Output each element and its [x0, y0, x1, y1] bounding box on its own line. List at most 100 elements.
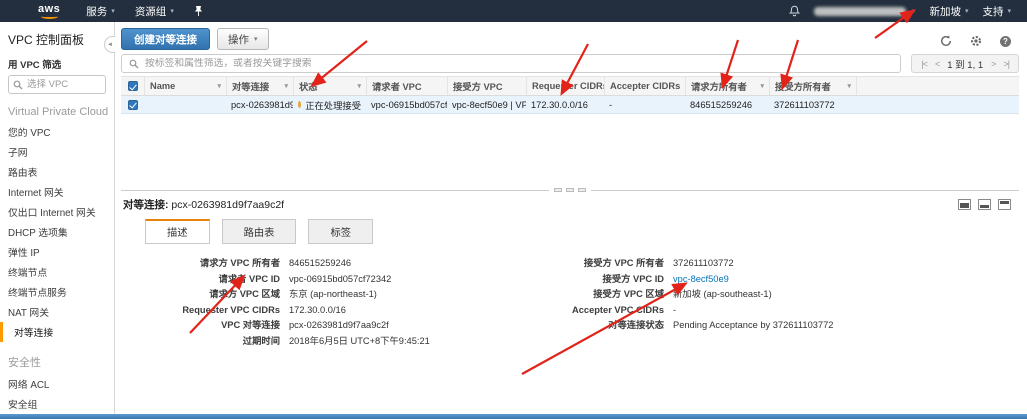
- vpc-filter-search[interactable]: [8, 75, 106, 94]
- gear-icon[interactable]: [970, 35, 982, 47]
- expiration-time-value: 2018年6月5日 UTC+8下午9:45:21: [289, 335, 430, 348]
- accepter-vpc-id-link[interactable]: vpc-8ecf50e9: [673, 273, 729, 286]
- last-page-button[interactable]: >|: [1003, 59, 1009, 69]
- chevron-down-icon: ▾: [254, 36, 258, 43]
- field-label: 接受方 VPC ID: [507, 273, 673, 286]
- chevron-down-icon: ▾: [912, 8, 916, 15]
- sidebar-item-subnets[interactable]: 子网: [8, 142, 114, 162]
- column-header-accepter-owner[interactable]: 接受方所有者▾: [769, 77, 856, 95]
- column-header-name[interactable]: Name▾: [144, 77, 226, 95]
- support-menu[interactable]: 支持 ▾: [982, 4, 1011, 19]
- pane-layout-bottom-small-icon[interactable]: [978, 199, 991, 210]
- accepter-vpc-cidrs-value: -: [673, 304, 676, 317]
- sidebar-item-network-acls[interactable]: 网络 ACL: [8, 374, 114, 394]
- pin-shortcut-icon[interactable]: [194, 5, 203, 17]
- table-header: Name▾ 对等连接▾ 状态▾ 请求者 VPC 接受方 VPC Requeste…: [121, 76, 1019, 96]
- sidebar-item-elastic-ips[interactable]: 弹性 IP: [8, 242, 114, 262]
- field-label: 请求方 VPC 所有者: [123, 257, 289, 270]
- field-label: 请求者 VPC ID: [123, 273, 289, 286]
- requester-vpc-region-value: 东京 (ap-northeast-1): [289, 288, 377, 301]
- pane-layout-bottom-large-icon[interactable]: [958, 199, 971, 210]
- requester-vpc-owner-value: 846515259246: [289, 257, 351, 270]
- next-page-button[interactable]: >: [991, 59, 995, 69]
- sidebar-section-vpc: Virtual Private Cloud: [8, 106, 114, 118]
- aws-logo[interactable]: aws: [38, 4, 60, 19]
- field-label: 对等连接状态: [507, 319, 673, 332]
- sidebar-title: VPC 控制面板: [8, 31, 114, 48]
- sidebar-item-endpoint-services[interactable]: 终端节点服务: [8, 282, 114, 302]
- nav-resource-groups[interactable]: 资源组 ▾: [135, 4, 174, 19]
- column-header-status[interactable]: 状态▾: [293, 77, 366, 95]
- description-fields: 请求方 VPC 所有者846515259246 请求者 VPC IDvpc-06…: [123, 257, 1017, 350]
- column-header-filler: [856, 77, 1019, 95]
- nav-services[interactable]: 服务 ▾: [86, 4, 115, 19]
- tab-tags[interactable]: 标签: [308, 219, 373, 244]
- column-header-accepter-vpc[interactable]: 接受方 VPC: [447, 77, 526, 95]
- aws-smile-icon: [41, 14, 58, 19]
- search-icon: [129, 59, 139, 69]
- cell-accepter-owner: 372611103772: [769, 100, 856, 110]
- sort-caret-icon: ▾: [214, 82, 221, 90]
- chevron-down-icon: ▾: [111, 8, 115, 15]
- select-all-checkbox[interactable]: [128, 81, 138, 91]
- notifications-bell[interactable]: [789, 5, 800, 17]
- sort-caret-icon: ▾: [281, 82, 288, 90]
- chevron-down-icon: ▾: [1007, 8, 1011, 15]
- sidebar-item-your-vpcs[interactable]: 您的 VPC: [8, 122, 114, 142]
- corner-icons: ?: [940, 35, 1011, 47]
- sidebar-item-route-tables[interactable]: 路由表: [8, 162, 114, 182]
- sidebar-item-security-groups[interactable]: 安全组: [8, 394, 114, 414]
- details-tabs: 描述 路由表 标签: [145, 219, 1017, 244]
- field-label: 过期时间: [123, 335, 289, 348]
- filter-box[interactable]: [121, 54, 901, 73]
- sidebar-collapse-toggle[interactable]: ◄: [104, 36, 115, 53]
- sidebar-item-endpoints[interactable]: 终端节点: [8, 262, 114, 282]
- chevron-down-icon: ▾: [965, 8, 969, 15]
- first-page-button[interactable]: |<: [921, 59, 927, 69]
- pane-layout-top-small-icon[interactable]: [998, 199, 1011, 210]
- actions-button[interactable]: 操作 ▾: [217, 28, 269, 50]
- column-header-requester-cidrs[interactable]: Requester CIDRs: [526, 77, 604, 95]
- requester-vpc-cidrs-value: 172.30.0.0/16: [289, 304, 346, 317]
- account-menu[interactable]: ▾: [814, 7, 916, 16]
- cell-requester-cidrs: 172.30.0.0/16: [526, 100, 604, 110]
- sidebar-item-internet-gateways[interactable]: Internet 网关: [8, 182, 114, 202]
- sidebar-item-nat-gateways[interactable]: NAT 网关: [8, 302, 114, 322]
- top-navbar: aws 服务 ▾ 资源组 ▾ ▾ 新加坡 ▾ 支持 ▾: [0, 0, 1027, 22]
- pagination: |< < 1 到 1, 1 > >|: [911, 54, 1019, 73]
- details-title: 对等连接: pcx-0263981d9f7aa9c2f: [123, 197, 284, 212]
- vpc-search-input[interactable]: [27, 79, 97, 90]
- chevron-down-icon: ▾: [170, 8, 174, 15]
- column-header-peering-connection[interactable]: 对等连接▾: [226, 77, 293, 95]
- sidebar-item-dhcp-option-sets[interactable]: DHCP 选项集: [8, 222, 114, 242]
- sidebar-item-peering-connections[interactable]: 对等连接: [0, 322, 114, 342]
- sidebar-item-egress-only-internet-gateways[interactable]: 仅出口 Internet 网关: [8, 202, 114, 222]
- row-checkbox[interactable]: [128, 100, 138, 110]
- tab-description[interactable]: 描述: [145, 219, 210, 244]
- cell-accepter-cidrs: -: [604, 100, 685, 110]
- collapse-left-icon: ◄: [107, 42, 113, 48]
- table-row[interactable]: pcx-0263981d9f7a... 正在处理接受 vpc-06915bd05…: [121, 96, 1019, 114]
- sort-caret-icon: ▾: [844, 82, 851, 90]
- refresh-icon[interactable]: [940, 35, 952, 47]
- filter-row: |< < 1 到 1, 1 > >|: [121, 54, 1019, 73]
- help-icon[interactable]: ?: [1000, 36, 1011, 47]
- tag-filter-input[interactable]: [145, 58, 893, 69]
- toolbar: 创建对等连接 操作 ▾: [121, 28, 1019, 50]
- requester-vpc-id-value: vpc-06915bd057cf72342: [289, 273, 391, 286]
- column-header-requester-owner[interactable]: 请求方所有者▾: [685, 77, 769, 95]
- footer-bar: [0, 414, 1027, 419]
- cell-accepter-vpc: vpc-8ecf50e9 | VP...: [447, 100, 526, 110]
- field-label: Accepter VPC CIDRs: [507, 304, 673, 317]
- tab-route-tables[interactable]: 路由表: [222, 219, 297, 244]
- sort-caret-icon: ▾: [354, 82, 361, 90]
- accepter-vpc-region-value: 新加坡 (ap-southeast-1): [673, 288, 772, 301]
- column-header-requester-vpc[interactable]: 请求者 VPC: [366, 77, 447, 95]
- column-header-accepter-cidrs[interactable]: Accepter CIDRs: [604, 77, 685, 95]
- create-peering-connection-button[interactable]: 创建对等连接: [121, 28, 210, 50]
- region-selector[interactable]: 新加坡 ▾: [929, 4, 968, 19]
- bell-icon: [789, 5, 800, 17]
- prev-page-button[interactable]: <: [935, 59, 939, 69]
- sidebar: VPC 控制面板 用 VPC 筛选 Virtual Private Cloud …: [0, 22, 115, 419]
- field-label: 请求方 VPC 区域: [123, 288, 289, 301]
